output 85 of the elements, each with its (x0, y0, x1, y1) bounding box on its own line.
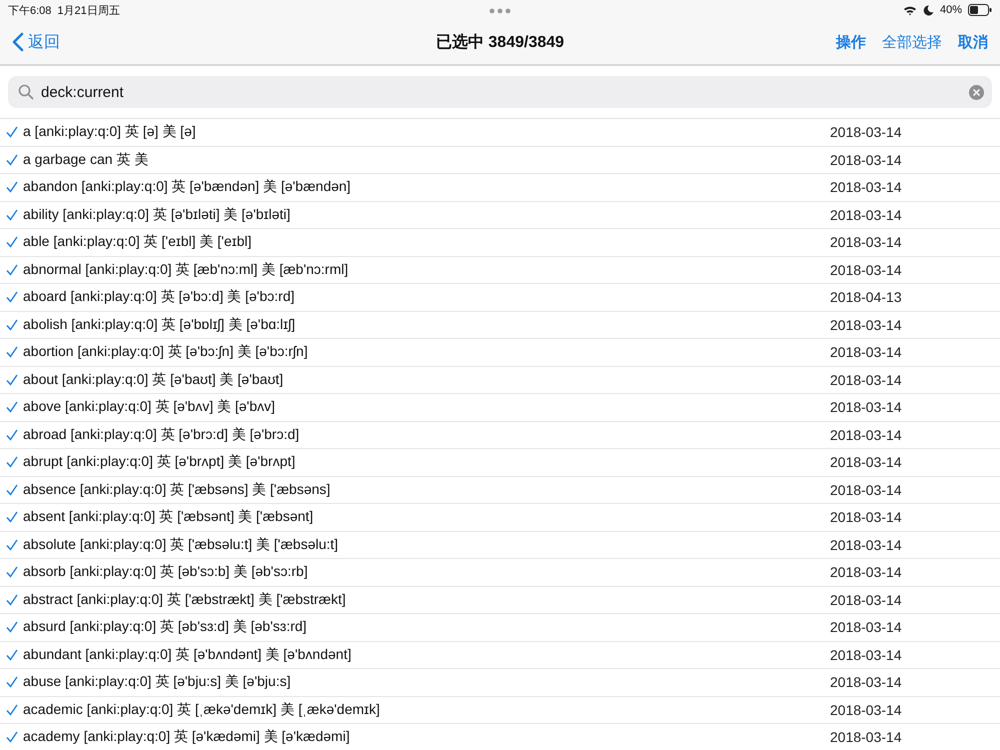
card-text: abrupt [anki:play:q:0] 英 [ə'brʌpt] 美 [ə'brʌpt] (23, 453, 296, 472)
moon-icon (922, 4, 934, 16)
card-date: 2018-03-14 (830, 564, 903, 580)
card-row[interactable]: above [anki:play:q:0] 英 [ə'bʌv] 美 [ə'bʌv] 2018-03-14 (0, 394, 1000, 422)
card-date: 2018-03-14 (830, 482, 903, 498)
card-row[interactable]: absent [anki:play:q:0] 英 ['æbsənt] 美 ['æbsənt] 2018-03-14 (0, 504, 1000, 532)
card-row[interactable]: absolute [anki:play:q:0] 英 ['æbsəlu:t] 美 ['æbsəlu:t] 2018-03-14 (0, 532, 1000, 559)
battery-icon (968, 4, 992, 16)
card-date: 2018-03-14 (830, 592, 903, 608)
card-text: a [anki:play:q:0] 英 [ə] 美 [ə] (23, 123, 197, 142)
card-text: absurd [anki:play:q:0] 英 [əb'sɜ:d] 美 [əb'sɜ:rd] (23, 618, 308, 636)
card-text: about [anki:play:q:0] 英 [ə'baʊt] 美 [ə'baʊt] (23, 370, 284, 389)
card-row[interactable]: a [anki:play:q:0] 英 [ə] 美 [ə] 2018-03-14 (0, 119, 1000, 146)
card-date: 2018-03-14 (830, 536, 903, 553)
card-text: abroad [anki:play:q:0] 英 [ə'brɔ:d] 美 [ə'brɔ:d] (23, 426, 300, 444)
card-date: 2018-03-14 (830, 262, 903, 278)
chevron-left-icon (12, 32, 24, 52)
card-row[interactable]: abroad [anki:play:q:0] 英 [ə'brɔ:d] 美 [ə'brɔ:d] 2018-03-14 (0, 422, 1000, 449)
nav-title: 已选中 3849/3849 (434, 32, 566, 52)
card-date: 2018-03-14 (830, 152, 903, 168)
card-date: 2018-03-14 (830, 426, 903, 443)
card-date: 2018-04-13 (830, 289, 903, 306)
card-text: abuse [anki:play:q:0] 英 [ə'bju:s] 美 [ə'bju:s] (23, 673, 292, 692)
card-date: 2018-03-14 (830, 234, 903, 250)
card-row[interactable]: abandon [anki:play:q:0] 英 [ə'bændən] 美 [ə'bændən] 2018-03-14 (0, 174, 1000, 202)
card-date: 2018-03-14 (830, 646, 903, 663)
card-row[interactable]: absence [anki:play:q:0] 英 ['æbsəns] 美 ['æbsəns] 2018-03-14 (0, 476, 1000, 504)
nav-action-button[interactable]: 全部选择 (880, 30, 944, 54)
status-time: 下午6:08 (8, 4, 52, 18)
battery-percent: 40% (940, 4, 962, 16)
card-row[interactable]: abortion [anki:play:q:0] 英 [ə'bɔ:ʃn] 美 [ə'bɔ:rʃn] 2018-03-14 (0, 339, 1000, 366)
card-date: 2018-03-14 (830, 729, 903, 746)
card-row[interactable]: absurd [anki:play:q:0] 英 [əb'sɜ:d] 美 [əb'sɜ:rd] 2018-03-14 (0, 614, 1000, 642)
card-row[interactable]: about [anki:play:q:0] 英 [ə'baʊt] 美 [ə'baʊt] 2018-03-14 (0, 366, 1000, 394)
card-date: 2018-03-14 (830, 674, 903, 690)
wifi-icon (902, 4, 917, 16)
card-text: academy [anki:play:q:0] 英 [ə'kædəmi] 美 [ə'kædəmi] (23, 728, 351, 746)
card-row[interactable]: ability [anki:play:q:0] 英 [ə'bɪləti] 美 [ə'bɪləti] 2018-03-14 (0, 202, 1000, 229)
card-row[interactable]: abuse [anki:play:q:0] 英 [ə'bju:s] 美 [ə'bju:s] 2018-03-14 (0, 669, 1000, 696)
status-date: 1月21日周五 (57, 4, 120, 18)
card-text: abundant [anki:play:q:0] 英 [ə'bʌndənt] 美 [ə'bʌndənt] (23, 646, 352, 664)
card-text: abandon [anki:play:q:0] 英 [ə'bændən] 美 [ə'bændən] (23, 178, 352, 196)
card-text: ability [anki:play:q:0] 英 [ə'bɪləti] 美 [ə'bɪləti] (23, 206, 292, 224)
card-row[interactable]: aboard [anki:play:q:0] 英 [ə'bɔ:d] 美 [ə'bɔ:rd] 2018-04-13 (0, 284, 1000, 312)
card-row[interactable]: absorb [anki:play:q:0] 英 [əb'sɔ:b] 美 [əb'sɔ:rb] 2018-03-14 (0, 559, 1000, 586)
card-text: above [anki:play:q:0] 英 [ə'bʌv] 美 [ə'bʌv] (23, 398, 276, 416)
card-text: abolish [anki:play:q:0] 英 [ə'bɒlɪʃ] 美 [ə'bɑ:lɪʃ] (23, 316, 296, 334)
card-row[interactable]: abolish [anki:play:q:0] 英 [ə'bɒlɪʃ] 美 [ə'bɑ:lɪʃ] 2018-03-14 (0, 312, 1000, 339)
card-date: 2018-03-14 (830, 702, 903, 718)
card-row[interactable]: a garbage can 英 美 2018-03-14 (0, 146, 1000, 174)
card-text: aboard [anki:play:q:0] 英 [ə'bɔ:d] 美 [ə'bɔ:rd] (23, 288, 296, 306)
card-text: able [anki:play:q:0] 英 ['eɪbl] 美 ['eɪbl] (23, 233, 253, 252)
card-row[interactable]: able [anki:play:q:0] 英 ['eɪbl] 美 ['eɪbl] 2018-03-14 (0, 229, 1000, 256)
card-date: 2018-03-14 (830, 454, 903, 470)
card-row[interactable]: abnormal [anki:play:q:0] 英 [æb'nɔ:ml] 美 [æb'nɔ:rml] 2018-03-14 (0, 256, 1000, 284)
clear-icon[interactable] (969, 85, 984, 100)
card-row[interactable]: academic [anki:play:q:0] 英 [ˌækə'demɪk] 美 [ˌækə'demɪk] 2018-03-14 (0, 696, 1000, 724)
card-text: academic [anki:play:q:0] 英 [ˌækə'demɪk] 美 [ˌækə'demɪk] (23, 700, 381, 719)
more-dots-icon (489, 8, 511, 14)
card-text: absolute [anki:play:q:0] 英 ['æbsəlu:t] 美 ['æbsəlu:t] (23, 536, 340, 554)
back-button[interactable]: 返回 (10, 30, 62, 54)
card-date: 2018-03-14 (830, 399, 903, 416)
card-date: 2018-03-14 (830, 206, 903, 223)
card-date: 2018-03-14 (830, 124, 903, 140)
card-row[interactable]: abstract [anki:play:q:0] 英 ['æbstrækt] 美 ['æbstrækt] 2018-03-14 (0, 586, 1000, 614)
card-date: 2018-03-14 (830, 619, 903, 636)
card-row[interactable]: abrupt [anki:play:q:0] 英 [ə'brʌpt] 美 [ə'brʌpt] 2018-03-14 (0, 449, 1000, 476)
card-row[interactable]: abundant [anki:play:q:0] 英 [ə'bʌndənt] 美 [ə'bʌndənt] 2018-03-14 (0, 642, 1000, 669)
card-date: 2018-03-14 (830, 372, 903, 388)
card-date: 2018-03-14 (830, 179, 903, 196)
search-field[interactable]: deck:current (8, 76, 992, 108)
card-text: absent [anki:play:q:0] 英 ['æbsənt] 美 ['æbsənt] (23, 508, 314, 526)
nav-action-button[interactable]: 取消 (956, 30, 990, 54)
card-text: abstract [anki:play:q:0] 英 ['æbstrækt] 美 ['æbstrækt] (23, 590, 347, 609)
card-date: 2018-03-14 (830, 344, 903, 360)
card-text: absorb [anki:play:q:0] 英 [əb'sɔ:b] 美 [əb'sɔ:rb] (23, 563, 309, 582)
card-text: abortion [anki:play:q:0] 英 [ə'bɔ:ʃn] 美 [ə'bɔ:rʃn] (23, 343, 309, 362)
search-icon (18, 84, 34, 100)
nav-action-button[interactable]: 操作 (834, 30, 868, 54)
card-date: 2018-03-14 (830, 509, 903, 526)
card-text: a garbage can 英 美 (23, 150, 150, 169)
card-row[interactable]: academy [anki:play:q:0] 英 [ə'kædəmi] 美 [ə'kædəmi] 2018-03-14 (0, 724, 1000, 750)
card-date: 2018-03-14 (830, 316, 903, 333)
card-text: abnormal [anki:play:q:0] 英 [æb'nɔ:ml] 美 [æb'nɔ:rml] (23, 260, 350, 279)
card-text: absence [anki:play:q:0] 英 ['æbsəns] 美 ['æbsəns] (23, 480, 332, 499)
